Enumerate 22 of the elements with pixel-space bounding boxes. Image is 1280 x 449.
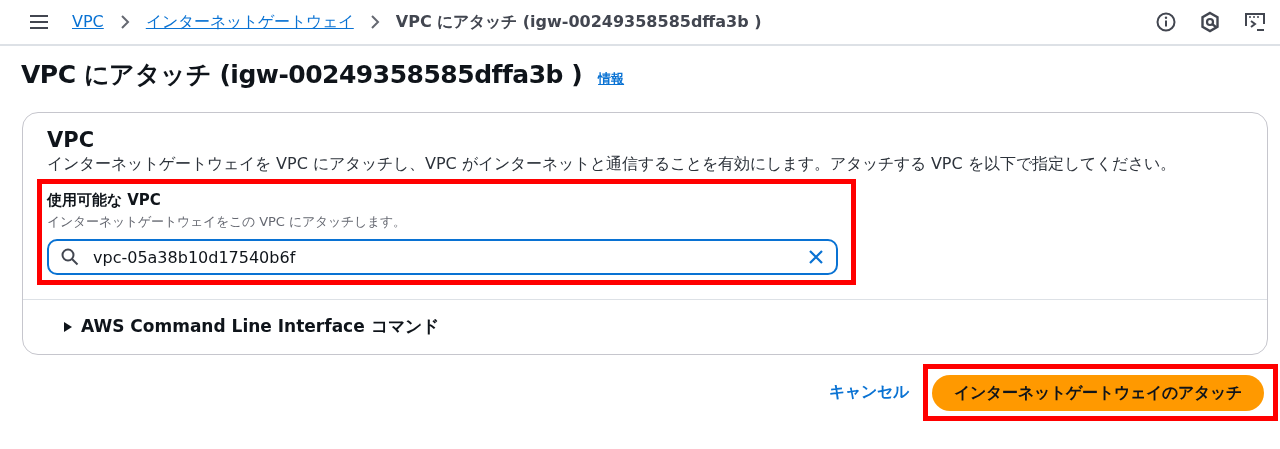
terminal-icon[interactable] — [1244, 11, 1266, 33]
expander-label[interactable]: AWS Command Line Interface コマンド — [81, 314, 439, 340]
menu-icon[interactable] — [30, 15, 48, 29]
field-label: 使用可能な VPC — [47, 190, 162, 212]
cancel-button[interactable]: キャンセル — [823, 379, 915, 406]
field-hint: インターネットゲートウェイをこの VPC にアタッチします。 — [47, 212, 408, 231]
clear-icon[interactable] — [808, 249, 824, 266]
breadcrumb-link[interactable]: インターネットゲートウェイ — [145, 10, 354, 34]
search-field[interactable]: vpc-05a38b10d17540b6f — [47, 239, 838, 276]
attach-button[interactable]: インターネットゲートウェイのアタッチ — [932, 374, 1264, 411]
info-icon[interactable] — [1156, 12, 1176, 32]
chevron-icon — [369, 15, 380, 29]
info-link[interactable]: 情報 — [598, 69, 625, 89]
section-description: インターネットゲートウェイを VPC にアタッチし、VPC がインターネットと通信することを有効にします。アタッチする VPC を以下で指定してください。 — [47, 153, 1177, 176]
hexagon-icon[interactable] — [1200, 11, 1220, 33]
search-icon — [61, 248, 79, 267]
page-title: VPC にアタッチ (igw-00249358585dffa3b ) — [21, 60, 583, 90]
chevron-icon — [119, 15, 130, 29]
caret-icon[interactable] — [63, 321, 73, 334]
section-heading: VPC — [47, 129, 96, 153]
breadcrumb-current: VPC にアタッチ (igw-00249358585dffa3b ) — [395, 11, 762, 33]
breadcrumb-link[interactable]: VPC — [72, 10, 104, 34]
